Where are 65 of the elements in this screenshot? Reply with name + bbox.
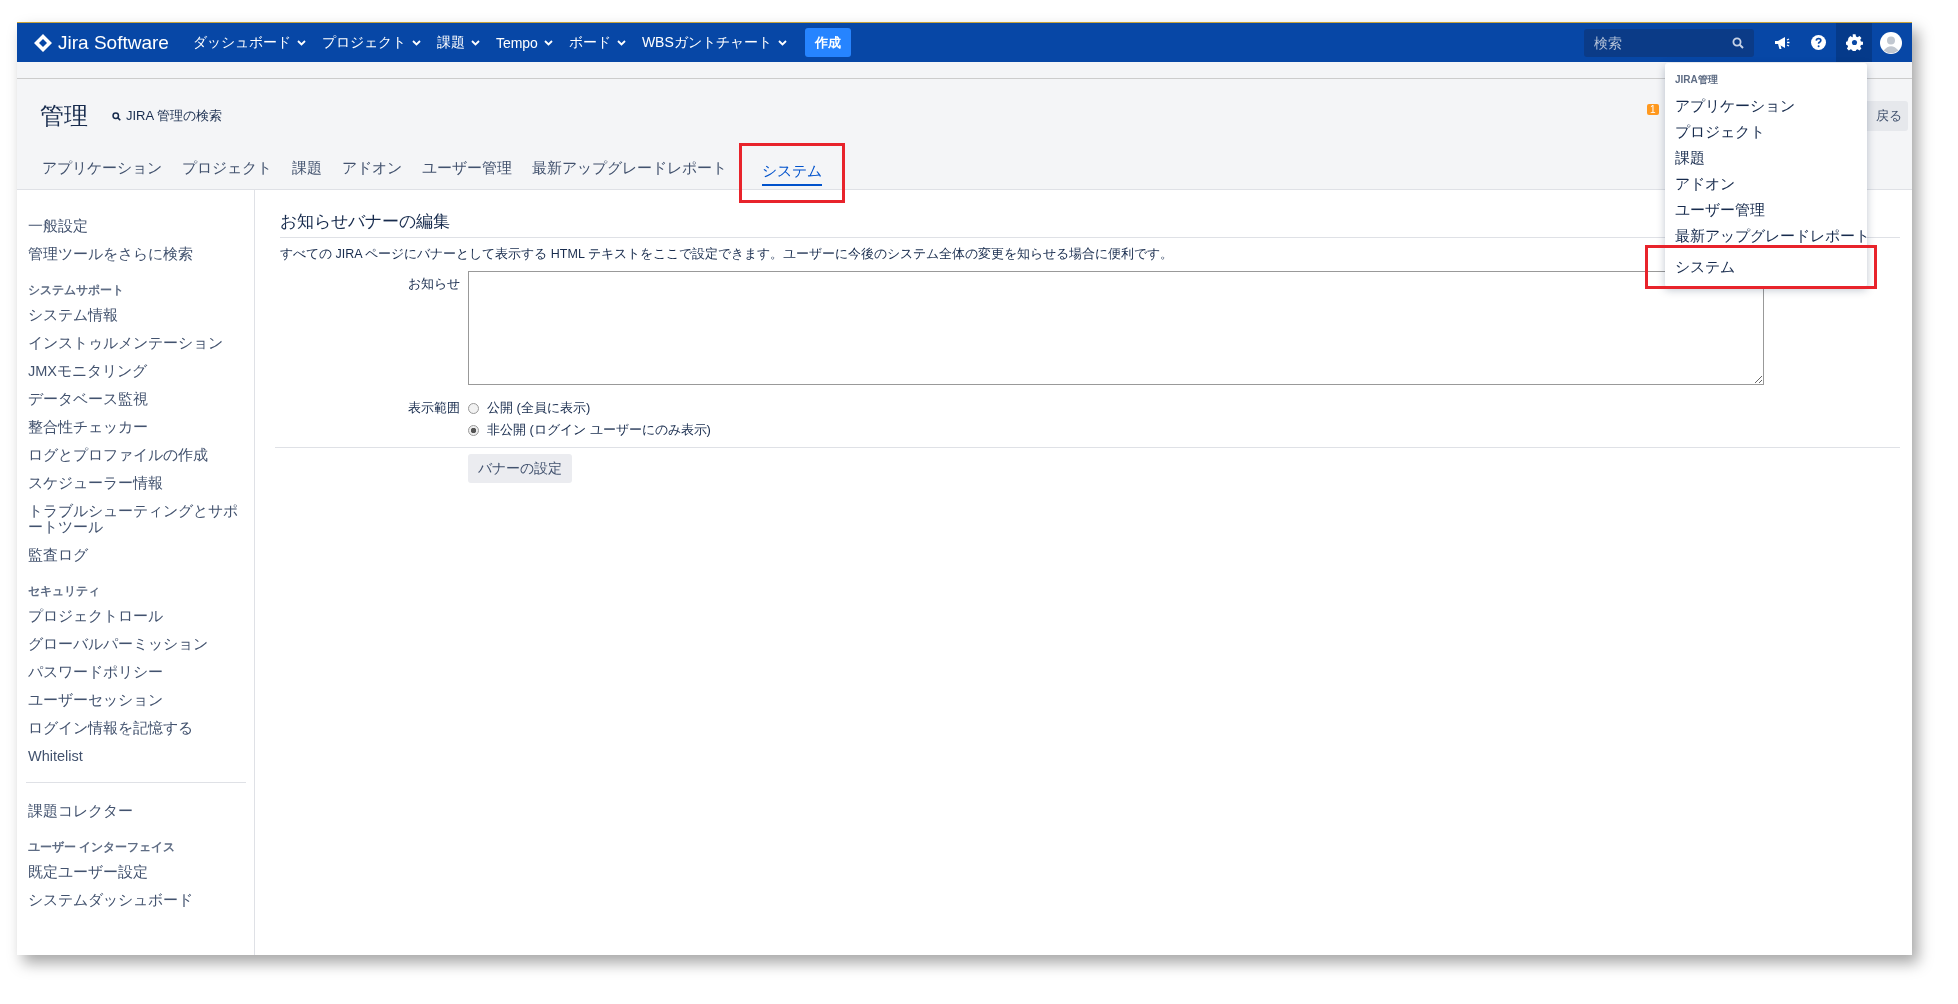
sidebar-link[interactable]: プロジェクトロール: [28, 602, 246, 630]
dropdown-menu-item[interactable]: システム: [1645, 245, 1877, 289]
sidebar-link[interactable]: ログイン情報を記憶する: [28, 714, 246, 742]
settings-icon[interactable]: [1836, 23, 1872, 62]
admin-tab[interactable]: ユーザー管理: [419, 152, 515, 188]
sidebar-link[interactable]: パスワードポリシー: [28, 658, 246, 686]
set-banner-button[interactable]: バナーの設定: [468, 454, 572, 483]
sidebar-heading: システムサポート: [28, 282, 125, 299]
diamond-logo-icon: [34, 33, 52, 52]
product-logo-text[interactable]: Jira Software: [58, 31, 169, 54]
search-icon: [112, 111, 121, 121]
sidebar-link[interactable]: ユーザーセッション: [28, 686, 246, 714]
chevron-down-icon: [470, 39, 480, 46]
dropdown-menu-item[interactable]: アドオン: [1665, 171, 1867, 197]
sidebar-heading: ユーザー インターフェイス: [28, 839, 177, 856]
dropdown-heading: JIRA管理: [1674, 73, 1719, 87]
chevron-down-icon: [616, 39, 626, 46]
sidebar-link[interactable]: システム情報: [28, 301, 246, 329]
create-button[interactable]: 作成: [804, 28, 851, 57]
avatar-icon[interactable]: [1880, 31, 1902, 54]
sidebar-link[interactable]: トラブルシューティングとサポートツール: [28, 497, 246, 541]
admin-tab[interactable]: 最新アップグレードレポート: [529, 152, 730, 188]
admin-tab[interactable]: アドオン: [339, 152, 405, 188]
chevron-down-icon: [777, 39, 787, 46]
description-text: すべての JIRA ページにバナーとして表示する HTML テキストをここで設定できます。ユーザーに今後のシステム全体の変更を知らせる場合に便利です。: [280, 246, 1173, 263]
sidebar-heading: セキュリティ: [28, 583, 101, 600]
nav-menu[interactable]: Tempo: [487, 26, 561, 59]
sidebar-link[interactable]: 課題コレクター: [28, 797, 246, 825]
page-title: 管理: [40, 101, 88, 131]
sidebar-link[interactable]: 管理ツールをさらに検索: [28, 240, 246, 268]
field-label: お知らせ: [407, 275, 460, 293]
sidebar-link[interactable]: インストゥルメンテーション: [28, 329, 246, 357]
admin-tab[interactable]: アプリケーション: [39, 152, 165, 188]
field-label: 表示範囲: [407, 399, 460, 417]
sidebar-link[interactable]: JMXモニタリング: [28, 357, 246, 385]
chevron-down-icon: [543, 39, 553, 46]
search-field[interactable]: 検索: [1584, 28, 1754, 57]
sidebar-link[interactable]: ログとプロファイルの作成: [28, 441, 246, 469]
sidebar-link[interactable]: データベース監視: [28, 385, 246, 413]
nav-menu[interactable]: 課題: [428, 26, 488, 59]
dropdown-menu-item[interactable]: ユーザー管理: [1665, 197, 1867, 223]
notification-badge: 1: [1647, 104, 1659, 115]
radio-label[interactable]: 公開 (全員に表示): [487, 399, 591, 417]
sidebar-link[interactable]: 既定ユーザー設定: [28, 858, 246, 886]
nav-menu[interactable]: ボード: [560, 26, 634, 59]
chevron-down-icon: [296, 39, 306, 46]
radio-label[interactable]: 非公開 (ログイン ユーザーにのみ表示): [487, 421, 711, 439]
sidebar-link[interactable]: グローバルパーミッション: [28, 630, 246, 658]
sidebar-link[interactable]: 一般設定: [28, 212, 246, 240]
admin-tab[interactable]: プロジェクト: [179, 152, 275, 188]
dropdown-menu-item[interactable]: 課題: [1665, 145, 1867, 171]
admin-tab[interactable]: 課題: [289, 152, 325, 188]
sidebar-link[interactable]: Whitelist: [28, 742, 246, 770]
sidebar-link[interactable]: システムダッシュボード: [28, 886, 246, 914]
nav-menu[interactable]: WBSガントチャート: [633, 26, 795, 59]
radio-button[interactable]: [468, 424, 479, 436]
radio-button[interactable]: [468, 402, 479, 414]
sidebar-link[interactable]: スケジューラー情報: [28, 469, 246, 497]
chevron-down-icon: [411, 39, 421, 46]
sidebar-link[interactable]: 整合性チェッカー: [28, 413, 246, 441]
nav-menu[interactable]: ダッシュボード: [184, 26, 314, 59]
search-icon: [1732, 36, 1744, 49]
sidebar-link[interactable]: 監査ログ: [28, 541, 246, 569]
nav-menu[interactable]: プロジェクト: [313, 26, 429, 59]
admin-tab[interactable]: システム: [739, 143, 845, 203]
